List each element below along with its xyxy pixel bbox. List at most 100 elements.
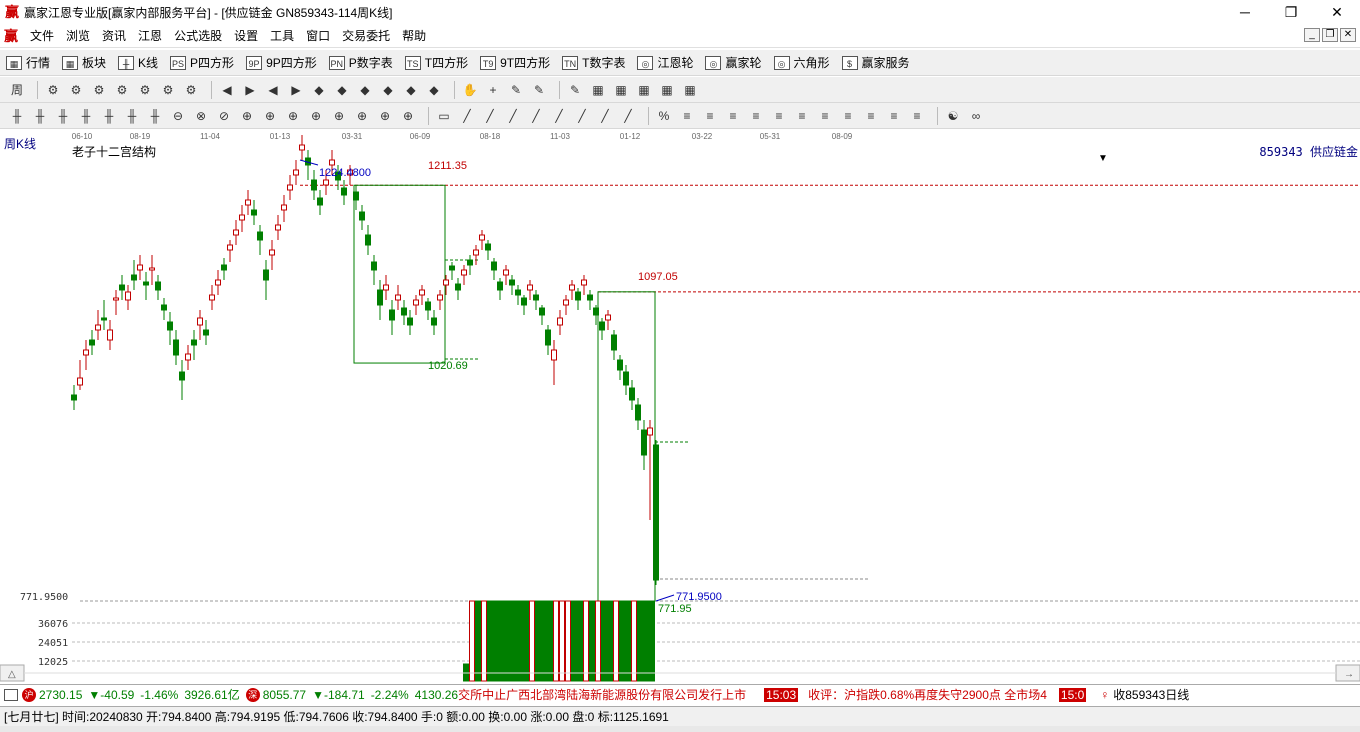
toolbar2-tool-icon-15[interactable]: ⊕ [353,107,371,125]
toolbar1-tool-icon-21[interactable]: ✎ [530,81,548,99]
toolbar1-tool-icon-25[interactable]: ▦ [635,81,653,99]
toolbar2-tool-icon-18[interactable]: ▭ [435,107,453,125]
toolbar2-tool-icon-28[interactable]: ≡ [678,107,696,125]
toolbar2-tool-icon-3[interactable]: ╫ [77,107,95,125]
nav-item-4[interactable]: 9P 9P四方形 [246,54,317,71]
toolbar2-tool-icon-27[interactable]: % [655,107,673,125]
toolbar2-tool-icon-17[interactable]: ⊕ [399,107,417,125]
menu-formula[interactable]: 公式选股 [168,27,228,44]
toolbar2-tool-icon-5[interactable]: ╫ [123,107,141,125]
toolbar2-tool-icon-11[interactable]: ⊕ [261,107,279,125]
toolbar1-tool-icon-5[interactable]: ⚙ [136,81,154,99]
chart-area[interactable]: 06-10 08-19 11-04 01-13 03-31 06-09 08-18 11-03… [0,129,1360,682]
toolbar1-tool-icon-6[interactable]: ⚙ [159,81,177,99]
toolbar2-tool-icon-13[interactable]: ⊕ [307,107,325,125]
menu-tools[interactable]: 工具 [264,27,300,44]
toolbar2-tool-icon-9[interactable]: ⊘ [215,107,233,125]
toolbar1-tool-icon-9[interactable]: ▶ [241,81,259,99]
mdi-minimize-button[interactable]: _ [1304,28,1320,42]
toolbar2-tool-icon-22[interactable]: ╱ [527,107,545,125]
toolbar2-tool-icon-12[interactable]: ⊕ [284,107,302,125]
toolbar2-tool-icon-35[interactable]: ≡ [839,107,857,125]
toolbar2-tool-icon-20[interactable]: ╱ [481,107,499,125]
toolbar1-tool-icon-18[interactable]: ✋ [461,81,479,99]
kline-chart[interactable]: 06-10 08-19 11-04 01-13 03-31 06-09 08-18 11-03… [0,129,1360,682]
menu-settings[interactable]: 设置 [228,27,264,44]
toolbar2-tool-icon-10[interactable]: ⊕ [238,107,256,125]
toolbar2-tool-icon-24[interactable]: ╱ [573,107,591,125]
toolbar2-tool-icon-25[interactable]: ╱ [596,107,614,125]
toolbar2-tool-icon-1[interactable]: ╫ [31,107,49,125]
mdi-close-button[interactable]: ✕ [1340,28,1356,42]
toolbar1-tool-icon-26[interactable]: ▦ [658,81,676,99]
nav-item-7[interactable]: T9 9T四方形 [480,54,550,71]
news-headline-2[interactable]: 收评：沪指跌0.68%再度失守2900点 全市场4 [808,686,1047,703]
toolbar2-tool-icon-4[interactable]: ╫ [100,107,118,125]
toolbar1-tool-icon-17[interactable]: ◆ [425,81,443,99]
toolbar2-tool-icon-36[interactable]: ≡ [862,107,880,125]
toolbar1-tool-icon-12[interactable]: ◆ [310,81,328,99]
menu-logo-icon[interactable]: 赢 [4,26,20,46]
toolbar1-tool-icon-14[interactable]: ◆ [356,81,374,99]
menu-window[interactable]: 窗口 [300,27,336,44]
toolbar1-tool-icon-7[interactable]: ⚙ [182,81,200,99]
toolbar1-tool-icon-3[interactable]: ⚙ [90,81,108,99]
toolbar2-tool-icon-21[interactable]: ╱ [504,107,522,125]
ticker-right-label[interactable]: 收859343日线 [1113,686,1189,703]
toolbar1-tool-icon-20[interactable]: ✎ [507,81,525,99]
nav-item-11[interactable]: ◎ 六角形 [773,54,830,71]
toolbar2-tool-icon-34[interactable]: ≡ [816,107,834,125]
toolbar1-tool-icon-27[interactable]: ▦ [681,81,699,99]
menu-browse[interactable]: 浏览 [60,27,96,44]
toolbar2-tool-icon-8[interactable]: ⊗ [192,107,210,125]
toolbar1-tool-icon-1[interactable]: ⚙ [44,81,62,99]
toolbar2-tool-icon-37[interactable]: ≡ [885,107,903,125]
menu-help[interactable]: 帮助 [396,27,432,44]
toolbar1-tool-icon-4[interactable]: ⚙ [113,81,131,99]
toolbar1-tool-icon-11[interactable]: ▶ [287,81,305,99]
toolbar2-tool-icon-0[interactable]: ╫ [8,107,26,125]
toolbar2-tool-icon-32[interactable]: ≡ [770,107,788,125]
nav-item-3[interactable]: PS P四方形 [170,54,234,71]
nav-item-12[interactable]: $ 赢家服务 [841,54,910,71]
toolbar1-tool-icon-10[interactable]: ◀ [264,81,282,99]
toolbar2-tool-icon-33[interactable]: ≡ [793,107,811,125]
toolbar1-tool-icon-8[interactable]: ◀ [218,81,236,99]
toolbar1-tool-icon-15[interactable]: ◆ [379,81,397,99]
toolbar2-tool-icon-38[interactable]: ≡ [908,107,926,125]
toolbar1-tool-icon-24[interactable]: ▦ [612,81,630,99]
period-label[interactable]: 周K线 [4,135,36,152]
toolbar2-tool-icon-31[interactable]: ≡ [747,107,765,125]
toolbar2-tool-icon-39[interactable]: ☯ [944,107,962,125]
toolbar2-tool-icon-7[interactable]: ⊖ [169,107,187,125]
nav-item-5[interactable]: PN P数字表 [328,54,393,71]
toolbar2-tool-icon-26[interactable]: ╱ [619,107,637,125]
toolbar2-tool-icon-19[interactable]: ╱ [458,107,476,125]
menu-file[interactable]: 文件 [24,27,60,44]
menu-info[interactable]: 资讯 [96,27,132,44]
toolbar1-tool-icon-13[interactable]: ◆ [333,81,351,99]
toolbar1-tool-icon-23[interactable]: ▦ [589,81,607,99]
toolbar2-tool-icon-2[interactable]: ╫ [54,107,72,125]
mdi-restore-button[interactable]: ❐ [1322,28,1338,42]
grid-icon[interactable] [4,688,18,701]
menu-gann[interactable]: 江恩 [132,27,168,44]
alert-icon[interactable]: ♀ [1100,688,1109,702]
toolbar2-tool-icon-16[interactable]: ⊕ [376,107,394,125]
news-headline-1[interactable]: 交所中止广西北部湾陆海新能源股份有限公司发行上市 [458,686,746,703]
nav-item-1[interactable]: ▦ 板块 [62,54,106,71]
toolbar2-tool-icon-23[interactable]: ╱ [550,107,568,125]
toolbar1-tool-icon-22[interactable]: ✎ [566,81,584,99]
nav-item-9[interactable]: ◎ 江恩轮 [637,54,693,71]
toolbar2-tool-icon-14[interactable]: ⊕ [330,107,348,125]
minimize-button[interactable]: ─ [1222,0,1268,24]
toolbar2-tool-icon-6[interactable]: ╫ [146,107,164,125]
toolbar1-tool-icon-19[interactable]: + [484,81,502,99]
toolbar2-tool-icon-30[interactable]: ≡ [724,107,742,125]
toolbar2-tool-icon-40[interactable]: ∞ [967,107,985,125]
nav-item-0[interactable]: ▦ 行情 [6,54,50,71]
restore-button[interactable]: ❐ [1268,0,1314,24]
nav-item-10[interactable]: ◎ 赢家轮 [705,54,762,71]
toolbar1-tool-icon-0[interactable]: 周 [8,81,26,99]
nav-item-8[interactable]: TN T数字表 [562,54,625,71]
